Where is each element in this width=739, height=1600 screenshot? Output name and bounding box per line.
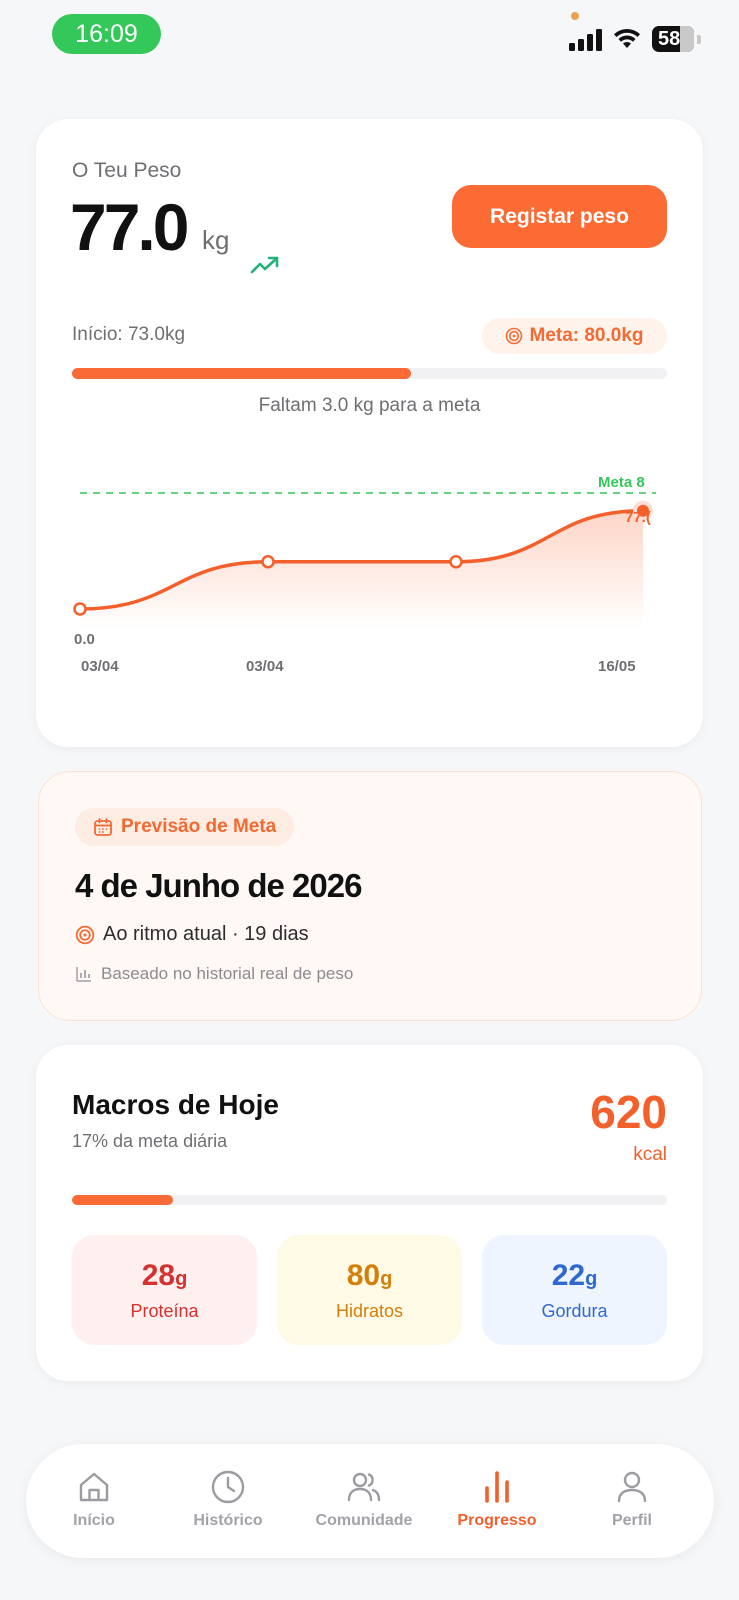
weight-label: O Teu Peso — [72, 159, 182, 182]
macro-carbs: 80g Hidratos — [277, 1235, 462, 1345]
home-icon — [79, 1472, 109, 1502]
weight-area — [80, 510, 643, 629]
nav-label: Comunidade — [315, 1512, 413, 1529]
goal-weight-badge: Meta: 80.0kg — [482, 318, 667, 354]
forecast-pace-text: Ao ritmo atual · 19 dias — [103, 923, 309, 945]
zero-axis-label: 0.0 — [74, 631, 95, 648]
x-tick-label: 03/04 — [246, 658, 284, 675]
forecast-date: 4 de Junho de 2026 — [75, 867, 362, 904]
weight-progress-track — [72, 368, 667, 379]
kcal-progress-fill — [72, 1195, 174, 1205]
forecast-badge: Previsão de Meta — [75, 808, 295, 846]
fat-unit: g — [585, 1267, 598, 1290]
x-tick-label: 16/05 — [598, 658, 636, 675]
battery-level: 58 — [658, 27, 681, 50]
goal-weight-text: Meta: 80.0kg — [529, 325, 644, 346]
nav-item-progresso[interactable]: Progresso — [429, 1444, 565, 1558]
remaining-to-goal: Faltam 3.0 kg para a meta — [258, 395, 481, 416]
weight-unit: kg — [202, 225, 230, 255]
carbs-label: Hidratos — [335, 1300, 404, 1321]
kcal-progress-track — [72, 1195, 667, 1205]
bar-chart-icon — [485, 1471, 509, 1503]
protein-unit: g — [175, 1267, 188, 1290]
weight-card: O Teu Peso 77.0 kg Registar peso Início:… — [36, 119, 703, 747]
protein-label: Proteína — [130, 1300, 199, 1321]
chart-data-point — [449, 555, 463, 569]
trending-up-icon — [250, 256, 279, 274]
bottom-navigation: Início Histórico Comunidade Progresso Pe… — [26, 1444, 714, 1558]
forecast-badge-label: Previsão de Meta — [121, 816, 277, 837]
weight-progress-fill — [72, 368, 412, 379]
weight-chart: Meta 8 77.( 0.0 03/04 03/04 16/05 — [73, 474, 656, 675]
x-tick-label: 03/04 — [81, 658, 119, 675]
nav-label: Perfil — [611, 1512, 652, 1529]
carbs-value: 80 — [346, 1258, 381, 1292]
calendar-icon — [94, 818, 112, 836]
macros-subtitle: 17% da meta diária — [72, 1131, 228, 1151]
clock-icon — [211, 1470, 245, 1504]
status-bar: 16:09 58 — [0, 0, 739, 80]
goal-forecast-card: Previsão de Meta 4 de Junho de 2026 Ao r… — [38, 771, 702, 1021]
status-time: 16:09 — [52, 14, 161, 54]
weight-value: 77.0 — [70, 190, 189, 264]
nav-item-historico[interactable]: Histórico — [160, 1444, 296, 1558]
nav-label: Início — [73, 1512, 115, 1529]
privacy-indicator-dot — [571, 12, 579, 20]
start-weight: Início: 73.0kg — [72, 324, 186, 345]
nav-item-perfil[interactable]: Perfil — [564, 1444, 700, 1558]
macros-title: Macros de Hoje — [72, 1089, 279, 1120]
users-icon — [347, 1472, 381, 1502]
last-value-label: 77.( — [625, 509, 651, 526]
user-icon — [617, 1471, 647, 1503]
battery-icon: 58 — [652, 26, 694, 52]
nav-label: Histórico — [193, 1512, 263, 1529]
forecast-pace: Ao ritmo atual · 19 dias — [75, 923, 309, 946]
protein-value: 28 — [141, 1258, 176, 1292]
chart-data-point — [73, 602, 87, 616]
kcal-value: 620 — [590, 1086, 667, 1138]
battery-tip — [697, 35, 701, 44]
forecast-basis-text: Baseado no historial real de peso — [101, 964, 354, 983]
target-icon — [506, 327, 523, 345]
fat-label: Gordura — [541, 1300, 608, 1321]
macro-protein: 28g Proteína — [72, 1235, 257, 1345]
kcal-unit: kcal — [633, 1144, 667, 1165]
forecast-basis: Baseado no historial real de peso — [75, 964, 353, 984]
register-weight-button[interactable]: Registar peso — [452, 185, 667, 248]
carbs-unit: g — [380, 1267, 393, 1290]
wifi-icon — [614, 28, 640, 48]
cellular-signal-icon — [569, 29, 603, 51]
nav-label: Progresso — [457, 1512, 537, 1529]
target-icon — [75, 925, 95, 944]
fat-value: 22 — [551, 1258, 586, 1292]
bar-chart-small-icon — [76, 967, 91, 982]
chart-data-point — [261, 555, 275, 569]
macros-card: Macros de Hoje 17% da meta diária 620 kc… — [36, 1045, 703, 1381]
macro-fat: 22g Gordura — [482, 1235, 667, 1345]
nav-item-inicio[interactable]: Início — [26, 1444, 162, 1558]
goal-line-label: Meta 8 — [598, 474, 645, 491]
nav-item-comunidade[interactable]: Comunidade — [296, 1444, 432, 1558]
